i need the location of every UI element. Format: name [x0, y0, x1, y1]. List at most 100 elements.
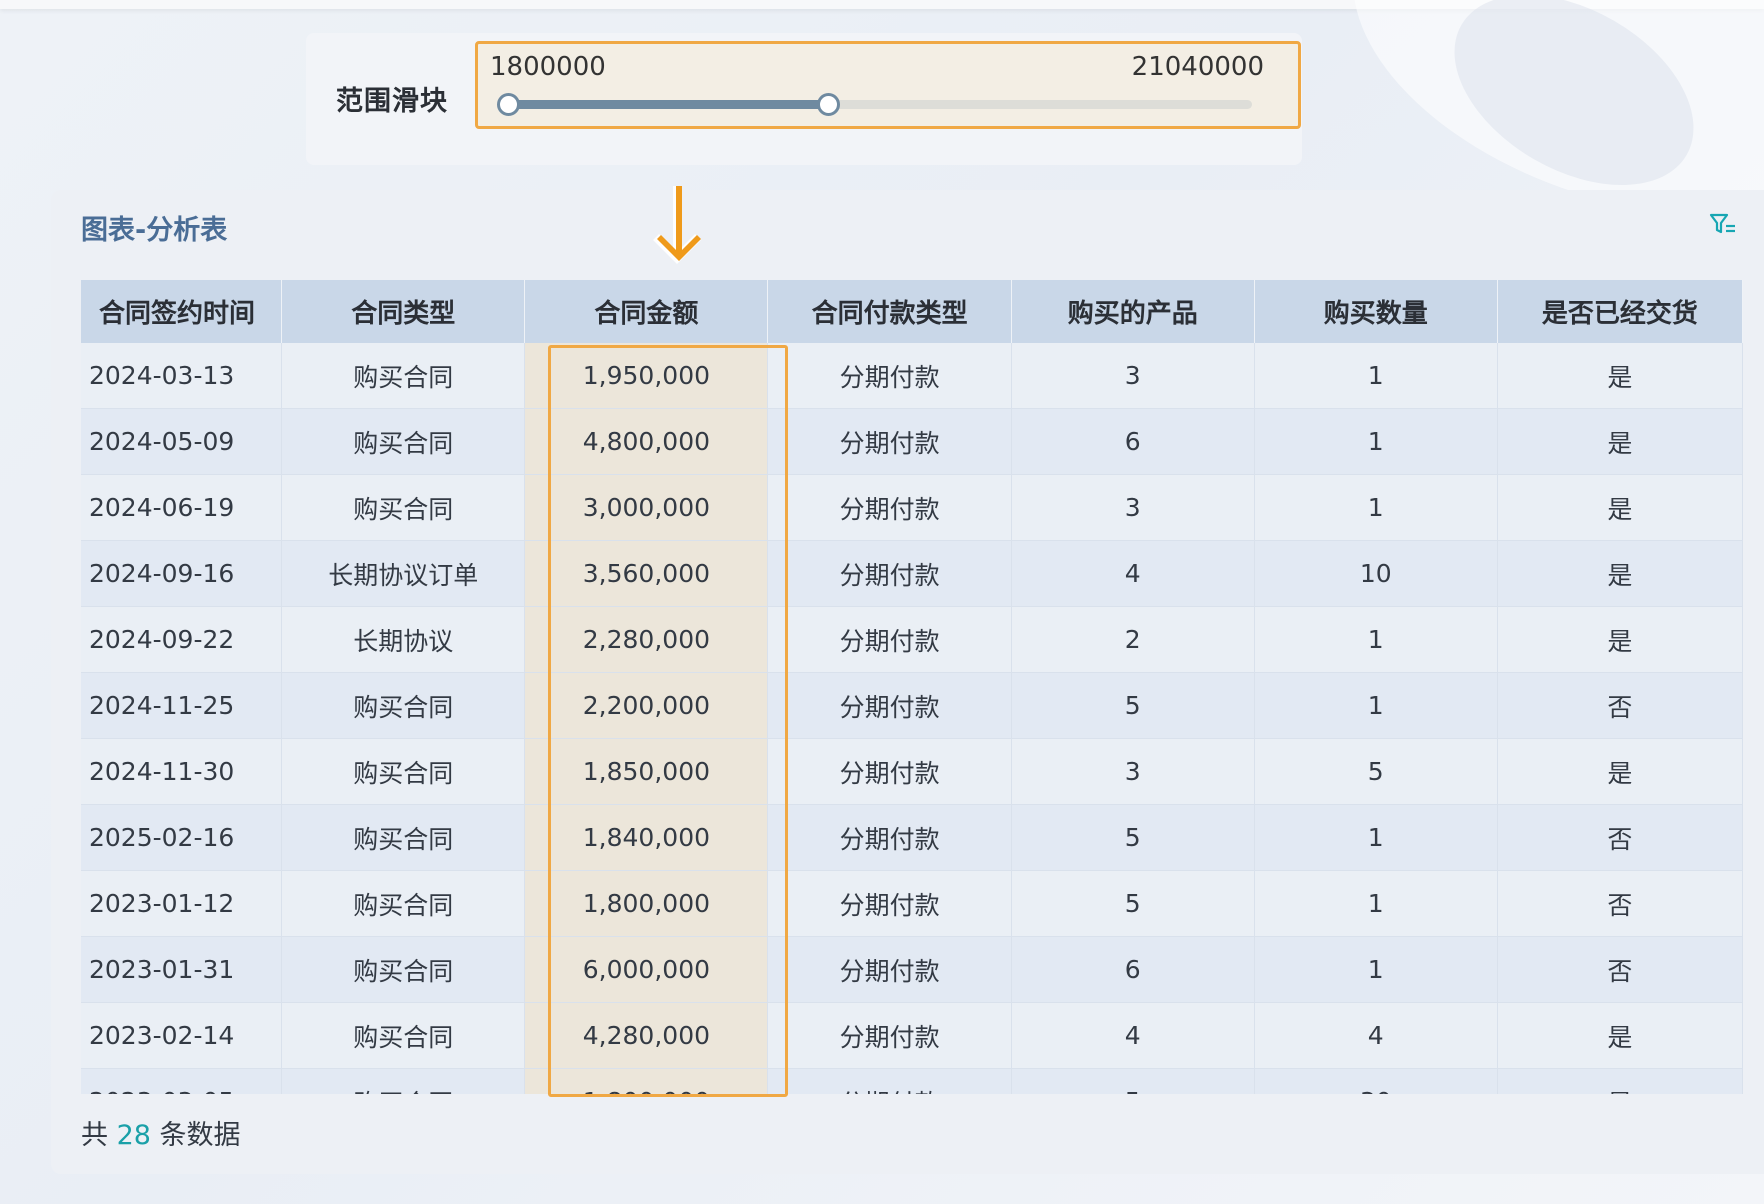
table-cell: 是 [1497, 606, 1744, 673]
table-cell: 4 [1011, 1002, 1255, 1069]
table-cell: 1,850,000 [524, 738, 769, 805]
table-row[interactable]: 2023-02-14 购买合同 4,280,000 分期付款 4 4 是 [81, 1002, 1744, 1069]
column-header[interactable]: 购买数量 [1254, 280, 1498, 343]
table-cell: 否 [1497, 672, 1744, 739]
column-header[interactable]: 购买的产品 [1011, 280, 1255, 343]
table-cell: 购买合同 [281, 1068, 526, 1094]
table-cell: 1,950,000 [524, 343, 769, 409]
table-cell: 1 [1254, 804, 1498, 871]
table-cell: 1 [1254, 870, 1498, 937]
table-row[interactable]: 2024-03-13 购买合同 1,950,000 分期付款 3 1 是 [81, 343, 1744, 409]
table-cell: 分期付款 [767, 870, 1012, 937]
table-cell: 2023-01-31 [81, 936, 283, 1003]
table-cell: 分期付款 [767, 804, 1012, 871]
table-row[interactable]: 2024-09-16 长期协议订单 3,560,000 分期付款 4 10 是 [81, 540, 1744, 607]
table-cell: 是 [1497, 738, 1744, 805]
table-cell: 4 [1011, 540, 1255, 607]
table-cell: 4 [1254, 1002, 1498, 1069]
column-header[interactable]: 合同付款类型 [767, 280, 1012, 343]
table-cell: 分期付款 [767, 606, 1012, 673]
column-header[interactable]: 合同金额 [524, 280, 769, 343]
table-cell: 2,200,000 [524, 672, 769, 739]
slider-handle-max[interactable] [816, 93, 840, 116]
table-cell: 2024-11-25 [81, 672, 283, 739]
table-cell: 2023-03-05 [81, 1068, 283, 1094]
table-cell: 2024-09-16 [81, 540, 283, 607]
table-cell: 否 [1497, 870, 1744, 937]
table-row[interactable]: 2023-03-05购买合同1,800,000分期付款530是 [81, 1068, 1744, 1094]
record-count-prefix: 共 [81, 1120, 108, 1151]
table-cell: 购买合同 [281, 672, 526, 739]
table-cell: 是 [1497, 408, 1744, 475]
column-header[interactable]: 合同签约时间 [81, 280, 283, 343]
table-cell: 1 [1254, 672, 1498, 739]
table-cell: 购买合同 [281, 738, 526, 805]
top-bar [0, 0, 1764, 9]
table-cell: 6 [1011, 408, 1255, 475]
table-cell: 购买合同 [281, 474, 526, 541]
table-cell: 是 [1497, 474, 1744, 541]
table-cell: 长期协议订单 [281, 540, 526, 607]
table-row[interactable]: 2024-11-25 购买合同 2,200,000 分期付款 5 1 否 [81, 672, 1744, 739]
table-row[interactable]: 2023-01-31 购买合同 6,000,000 分期付款 6 1 否 [81, 936, 1744, 1003]
table-row[interactable]: 2024-05-09 购买合同 4,800,000 分期付款 6 1 是 [81, 408, 1744, 475]
table-cell: 购买合同 [281, 408, 526, 475]
record-count-suffix: 条数据 [159, 1120, 241, 1151]
table-cell: 1,840,000 [524, 804, 769, 871]
range-max-value: 21040000 [1131, 52, 1264, 82]
filter-list-icon[interactable] [1708, 210, 1738, 240]
table-cell: 2024-05-09 [81, 408, 283, 475]
table-cell: 是 [1497, 1002, 1744, 1069]
table-cell: 分期付款 [767, 936, 1012, 1003]
table-cell: 10 [1254, 540, 1498, 607]
table-body: 2024-03-13 购买合同 1,950,000 分期付款 3 1 是 2024-05-09… [81, 343, 1744, 1094]
table-cell: 否 [1497, 936, 1744, 1003]
table-cell: 1 [1254, 343, 1498, 409]
table-cell: 2024-09-22 [81, 606, 283, 673]
table-row[interactable]: 2024-06-19 购买合同 3,000,000 分期付款 3 1 是 [81, 474, 1744, 541]
table-cell: 2,280,000 [524, 606, 769, 673]
data-table: 合同签约时间 合同类型 合同金额 合同付款类型 购买的产品 购买数量 是否已经交货 2024… [81, 280, 1744, 1094]
table-cell: 2 [1011, 606, 1255, 673]
table-cell: 分期付款 [767, 738, 1012, 805]
slider-handle-min[interactable] [497, 93, 520, 116]
table-cell: 2024-03-13 [81, 343, 283, 409]
record-count: 共 28 条数据 [81, 1113, 241, 1152]
table-cell: 4,280,000 [524, 1002, 769, 1069]
table-cell: 购买合同 [281, 343, 526, 409]
table-cell: 分期付款 [767, 1068, 1012, 1094]
data-table-viewport[interactable]: 合同签约时间 合同类型 合同金额 合同付款类型 购买的产品 购买数量 是否已经交货 2024… [81, 280, 1751, 1094]
column-header[interactable]: 合同类型 [281, 280, 526, 343]
table-cell: 1 [1254, 474, 1498, 541]
table-cell: 5 [1011, 1068, 1255, 1094]
table-cell: 6 [1011, 936, 1255, 1003]
table-row[interactable]: 2025-02-16 购买合同 1,840,000 分期付款 5 1 否 [81, 804, 1744, 871]
table-cell: 长期协议 [281, 606, 526, 673]
table-cell: 3,560,000 [524, 540, 769, 607]
range-slider-label: 范围滑块 [336, 86, 448, 117]
table-cell: 1,800,000 [524, 1068, 769, 1094]
table-row[interactable]: 2024-11-30 购买合同 1,850,000 分期付款 3 5 是 [81, 738, 1744, 805]
slider-track[interactable] [497, 93, 1252, 116]
table-cell: 分期付款 [767, 408, 1012, 475]
table-row[interactable]: 2024-09-22 长期协议 2,280,000 分期付款 2 1 是 [81, 606, 1744, 673]
card-title: 图表-分析表 [81, 215, 228, 246]
table-cell: 是 [1497, 1068, 1744, 1094]
table-cell: 1,800,000 [524, 870, 769, 937]
range-slider-card: 范围滑块 1800000 21040000 [306, 33, 1302, 165]
table-cell: 3 [1011, 738, 1255, 805]
table-cell: 否 [1497, 804, 1744, 871]
table-cell: 5 [1011, 870, 1255, 937]
analysis-table-card: 图表-分析表 合同签约时间 合同类型 合同金额 合同付款类型 购买的产品 购买数量 是否已经… [51, 190, 1764, 1174]
table-cell: 分期付款 [767, 474, 1012, 541]
table-header: 合同签约时间 合同类型 合同金额 合同付款类型 购买的产品 购买数量 是否已经交货 [81, 280, 1744, 343]
table-cell: 1 [1254, 606, 1498, 673]
table-cell: 分期付款 [767, 343, 1012, 409]
table-cell: 5 [1254, 738, 1498, 805]
table-row[interactable]: 2023-01-12 购买合同 1,800,000 分期付款 5 1 否 [81, 870, 1744, 937]
range-slider[interactable]: 1800000 21040000 [475, 41, 1301, 129]
column-header[interactable]: 是否已经交货 [1497, 280, 1744, 343]
table-cell: 购买合同 [281, 804, 526, 871]
table-cell: 3,000,000 [524, 474, 769, 541]
page: 范围滑块 1800000 21040000 图表-分析表 合同签约时间 合同类型… [0, 0, 1764, 1204]
